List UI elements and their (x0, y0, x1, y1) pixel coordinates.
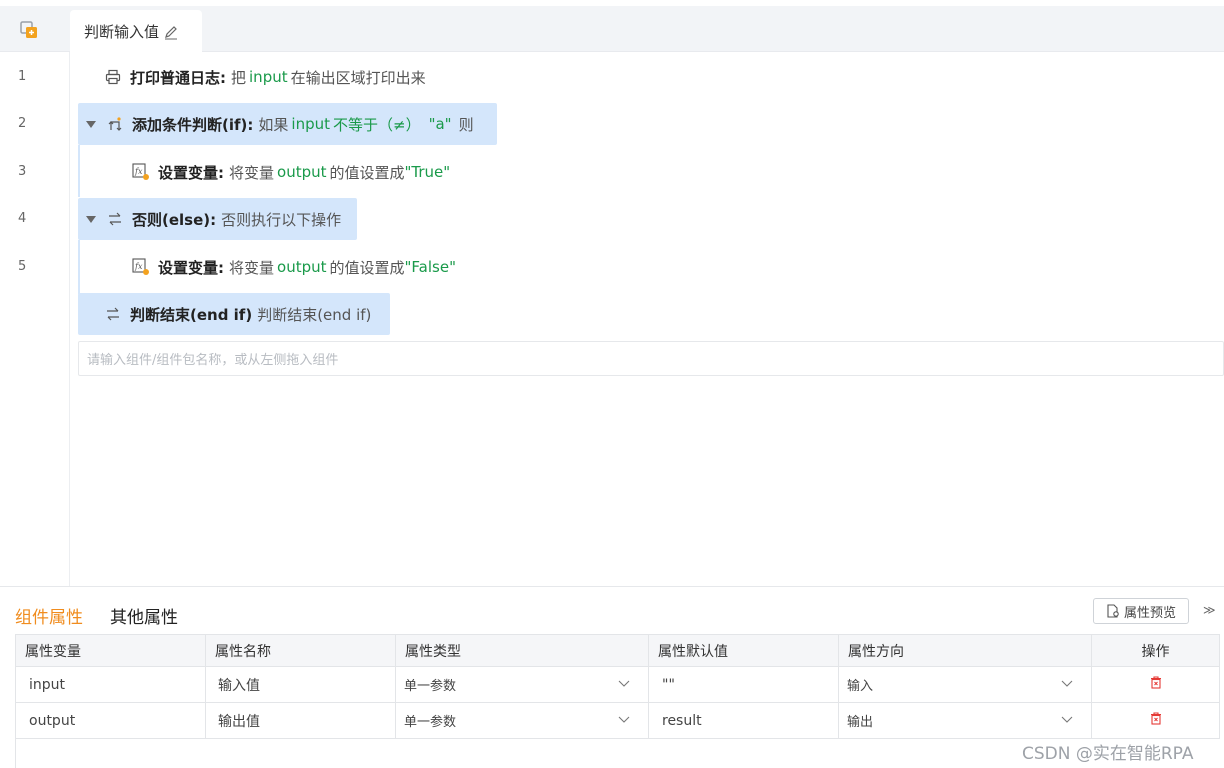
svg-text:fx: fx (134, 262, 143, 271)
step-label: 判断结束(end if) (130, 305, 253, 324)
property-direction-select[interactable]: 输入 (838, 666, 1092, 703)
branch-connector (78, 240, 80, 294)
tab-bar: 判断输入值 (0, 6, 1224, 53)
edit-icon[interactable] (163, 24, 179, 40)
chevron-down-icon (618, 680, 630, 687)
watermark: CSDN @实在智能RPA (1022, 744, 1194, 764)
add-component-input[interactable]: 请输入组件/组件包名称，或从左侧拖入组件 (78, 341, 1224, 376)
step-label: 打印普通日志: (130, 68, 226, 87)
delete-cell (1091, 702, 1220, 739)
line-number: 3 (18, 164, 27, 179)
branch-icon (104, 305, 122, 323)
step-text: 判断结束(end if) (257, 305, 372, 324)
chevron-down-icon (1061, 716, 1073, 723)
step-else[interactable]: 否则(else): 否则执行以下操作 (78, 198, 357, 240)
function-icon: fx (132, 163, 150, 181)
variable-name-cell[interactable]: output (15, 702, 206, 739)
step-text: 将变量 (229, 163, 275, 182)
step-text: 在输出区域打印出来 (290, 68, 426, 87)
tab-workflow[interactable]: 判断输入值 (70, 10, 202, 53)
delete-cell (1091, 666, 1220, 703)
column-header: 属性方向 (838, 634, 1092, 667)
column-header: 属性变量 (15, 634, 206, 667)
select-value: 输出 (847, 715, 874, 730)
column-header: 属性默认值 (648, 634, 839, 667)
collapse-panel-icon[interactable]: ≫ (1203, 603, 1216, 617)
step-label: 添加条件判断(if): (132, 115, 254, 134)
add-component-placeholder: 请输入组件/组件包名称，或从左侧拖入组件 (87, 353, 339, 368)
tab-title: 判断输入值 (84, 23, 160, 41)
step-print-log[interactable]: 打印普通日志: 把 input 在输出区域打印出来 (104, 56, 426, 98)
collapse-caret-icon[interactable] (86, 120, 96, 128)
step-text: 则 (458, 115, 474, 134)
line-number: 1 (18, 69, 27, 84)
condition-icon (106, 115, 124, 133)
table-row: output 输出值 单一参数 result 输出 (15, 702, 1220, 739)
step-set-variable[interactable]: fx 设置变量: 将变量 output 的值设置成 "True" (132, 151, 450, 193)
chevron-down-icon (618, 716, 630, 723)
column-header: 操作 (1091, 634, 1220, 667)
svg-text:fx: fx (134, 167, 143, 176)
chevron-down-icon (1061, 680, 1073, 687)
variable-ref: output (277, 163, 327, 181)
line-gutter (0, 52, 70, 586)
delete-icon[interactable] (1150, 676, 1162, 689)
operator-text: 不等于（≠） (333, 115, 421, 134)
line-number: 2 (18, 116, 27, 131)
column-header: 属性类型 (395, 634, 649, 667)
default-value-cell[interactable]: "" (648, 666, 839, 703)
delete-icon[interactable] (1150, 712, 1162, 725)
property-direction-select[interactable]: 输出 (838, 702, 1092, 739)
step-text: 的值设置成 (329, 258, 405, 277)
tab-other-properties[interactable]: 其他属性 (110, 603, 178, 628)
step-label: 设置变量: (158, 258, 224, 277)
table-header-row: 属性变量 属性名称 属性类型 属性默认值 属性方向 操作 (15, 634, 1220, 667)
variable-ref: input (249, 68, 288, 86)
default-value-cell[interactable]: result (648, 702, 839, 739)
property-preview-button[interactable]: 属性预览 (1093, 598, 1189, 624)
tab-component-properties[interactable]: 组件属性 (15, 603, 83, 628)
step-label: 否则(else): (132, 210, 217, 229)
step-if[interactable]: 添加条件判断(if): 如果 input 不等于（≠） "a" 则 (78, 103, 497, 145)
branch-icon (106, 210, 124, 228)
line-number: 4 (18, 211, 27, 226)
select-value: 输入 (847, 679, 874, 694)
step-text: 如果 (258, 115, 289, 134)
step-set-variable[interactable]: fx 设置变量: 将变量 output 的值设置成 "False" (132, 246, 456, 288)
step-label: 设置变量: (158, 163, 224, 182)
property-name-cell[interactable]: 输出值 (205, 702, 396, 739)
document-gear-icon (1107, 604, 1119, 618)
column-header: 属性名称 (205, 634, 396, 667)
printer-icon (104, 68, 122, 86)
step-end-if[interactable]: 判断结束(end if) 判断结束(end if) (78, 293, 390, 335)
variable-ref: input (291, 115, 330, 133)
step-text: 将变量 (229, 258, 275, 277)
collapse-caret-icon[interactable] (86, 215, 96, 223)
variable-ref: output (277, 258, 327, 276)
select-value: 单一参数 (404, 679, 457, 694)
property-name-cell[interactable]: 输入值 (205, 666, 396, 703)
variable-name-cell[interactable]: input (15, 666, 206, 703)
value-literal: "a" (428, 115, 452, 133)
step-text: 把 (231, 68, 247, 87)
step-text: 的值设置成 (329, 163, 405, 182)
branch-connector (78, 145, 80, 197)
property-type-select[interactable]: 单一参数 (395, 702, 649, 739)
table-row: input 输入值 单一参数 "" 输入 (15, 666, 1220, 703)
value-literal: "True" (404, 163, 451, 181)
function-icon: fx (132, 258, 150, 276)
property-type-select[interactable]: 单一参数 (395, 666, 649, 703)
line-number: 5 (18, 259, 27, 274)
property-preview-label: 属性预览 (1123, 605, 1176, 621)
workflow-icon[interactable] (20, 21, 38, 39)
value-literal: "False" (404, 258, 456, 276)
step-text: 否则执行以下操作 (221, 210, 342, 229)
select-value: 单一参数 (404, 715, 457, 730)
